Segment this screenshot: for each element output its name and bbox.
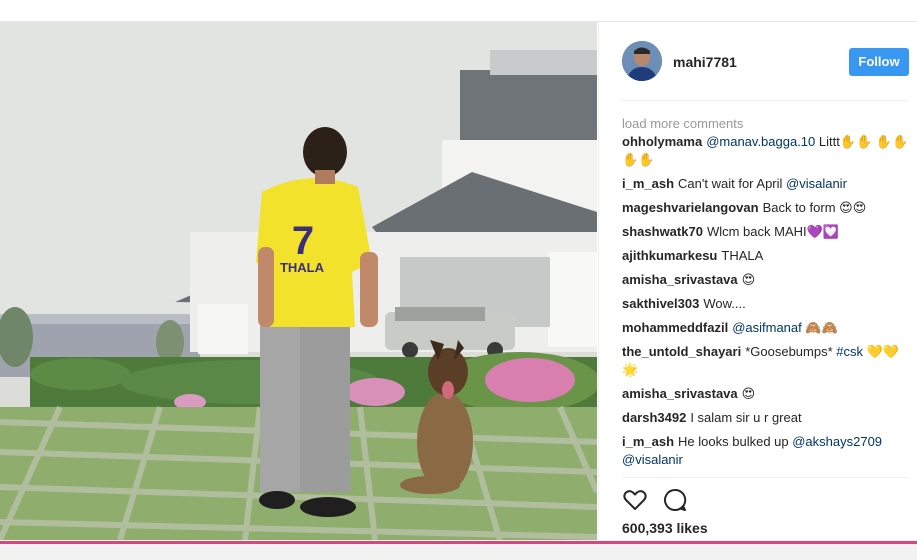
comment-text: 😍 <box>741 272 756 287</box>
comment-item: amisha_srivastava 😍 <box>622 271 912 289</box>
comment-mention[interactable]: @visalanir <box>786 176 847 191</box>
comment-username[interactable]: ohholymama <box>622 134 702 149</box>
comment-text: He looks bulked up <box>678 434 793 449</box>
comment-item: i_m_ash He looks bulked up @akshays2709 @… <box>622 433 912 469</box>
comment-text: Wow.... <box>703 296 746 311</box>
comment-item: darsh3492 I salam sir u r great <box>622 409 912 427</box>
comment-item: the_untold_shayari *Goosebumps* #csk 💛💛🌟 <box>622 343 912 379</box>
comment-item: sakthivel303 Wow.... <box>622 295 912 313</box>
comment-item: mohammeddfazil @asifmanaf 🙈🙈 <box>622 319 912 337</box>
comment-text: 🙈🙈 <box>801 320 838 335</box>
comment-username[interactable]: the_untold_shayari <box>622 344 741 359</box>
comment-hashtag[interactable]: #csk <box>836 344 863 359</box>
comment-username[interactable]: mohammeddfazil <box>622 320 728 335</box>
load-more-comments-link[interactable]: load more comments <box>622 115 912 133</box>
comment-username[interactable]: amisha_srivastava <box>622 386 738 401</box>
comment-item: mageshvarielangovan Back to form 😍😍 <box>622 199 912 217</box>
comment-mention[interactable]: @asifmanaf <box>732 320 802 335</box>
comment-list: load more comments ohholymama @manav.bagg… <box>622 115 912 475</box>
comment-username[interactable]: sakthivel303 <box>622 296 699 311</box>
jersey-number: 7 <box>292 219 314 263</box>
post-side-panel: mahi7781 Follow load more comments ohhol… <box>598 22 917 540</box>
comment-username[interactable]: shashwatk70 <box>622 224 703 239</box>
comment-text: I salam sir u r great <box>690 410 802 425</box>
comment-item: amisha_srivastava 😍 <box>622 385 912 403</box>
comment-text: Can't wait for April <box>678 176 787 191</box>
browser-top-strip <box>0 0 917 22</box>
comment-item: ohholymama @manav.bagga.10 Littt✋✋ ✋✋✋✋ <box>622 133 912 169</box>
comment-item: shashwatk70 Wlcm back MAHI💜💟 <box>622 223 912 241</box>
avatar[interactable] <box>622 41 662 81</box>
comment-text: THALA <box>721 248 764 263</box>
likes-count[interactable]: 600,393 likes <box>622 520 708 536</box>
comment-item: i_m_ash Can't wait for April @visalanir <box>622 175 912 193</box>
bottom-accent-line <box>0 541 917 544</box>
jersey-name: THALA <box>280 260 325 275</box>
comment-mention-after[interactable]: @visalanir <box>622 452 683 467</box>
comment-mention[interactable]: @akshays2709 <box>792 434 882 449</box>
comment-username[interactable]: ajithkumarkesu <box>622 248 717 263</box>
comment-username[interactable]: i_m_ash <box>622 434 674 449</box>
post-photo[interactable]: 7 THALA <box>0 22 597 540</box>
header-divider <box>622 100 908 101</box>
comment-bubble-icon[interactable] <box>662 487 688 513</box>
comment-text: Wlcm back MAHI💜💟 <box>706 224 839 239</box>
comment-text: 😍 <box>741 386 756 401</box>
actions-divider <box>622 477 908 478</box>
post-header: mahi7781 Follow <box>599 22 917 100</box>
comment-mention[interactable]: @manav.bagga.10 <box>706 134 815 149</box>
comment-username[interactable]: mageshvarielangovan <box>622 200 759 215</box>
comment-text: Back to form 😍😍 <box>762 200 867 215</box>
comment-username[interactable]: i_m_ash <box>622 176 674 191</box>
comment-item: ajithkumarkesu THALA <box>622 247 912 265</box>
post-username[interactable]: mahi7781 <box>673 54 737 70</box>
comment-username[interactable]: amisha_srivastava <box>622 272 738 287</box>
follow-button[interactable]: Follow <box>849 48 909 76</box>
comment-text: *Goosebumps* <box>745 344 837 359</box>
comment-username[interactable]: darsh3492 <box>622 410 686 425</box>
post-actions <box>622 487 742 513</box>
heart-icon[interactable] <box>622 487 648 513</box>
